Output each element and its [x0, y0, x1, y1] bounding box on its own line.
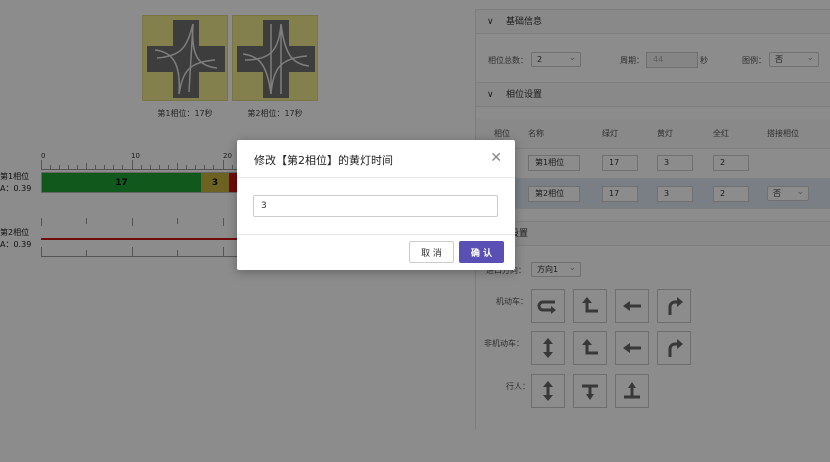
cancel-button[interactable]: 取 消: [409, 241, 454, 263]
divider: [237, 234, 515, 235]
divider: [237, 177, 515, 178]
dialog-title: 修改【第2相位】的黄灯时间: [254, 154, 393, 167]
confirm-button[interactable]: 确 认: [459, 241, 504, 263]
yellow-time-input[interactable]: [253, 195, 498, 217]
close-icon[interactable]: ✕: [490, 150, 502, 166]
edit-yellow-dialog: 修改【第2相位】的黄灯时间 ✕ 取 消 确 认: [237, 140, 515, 270]
